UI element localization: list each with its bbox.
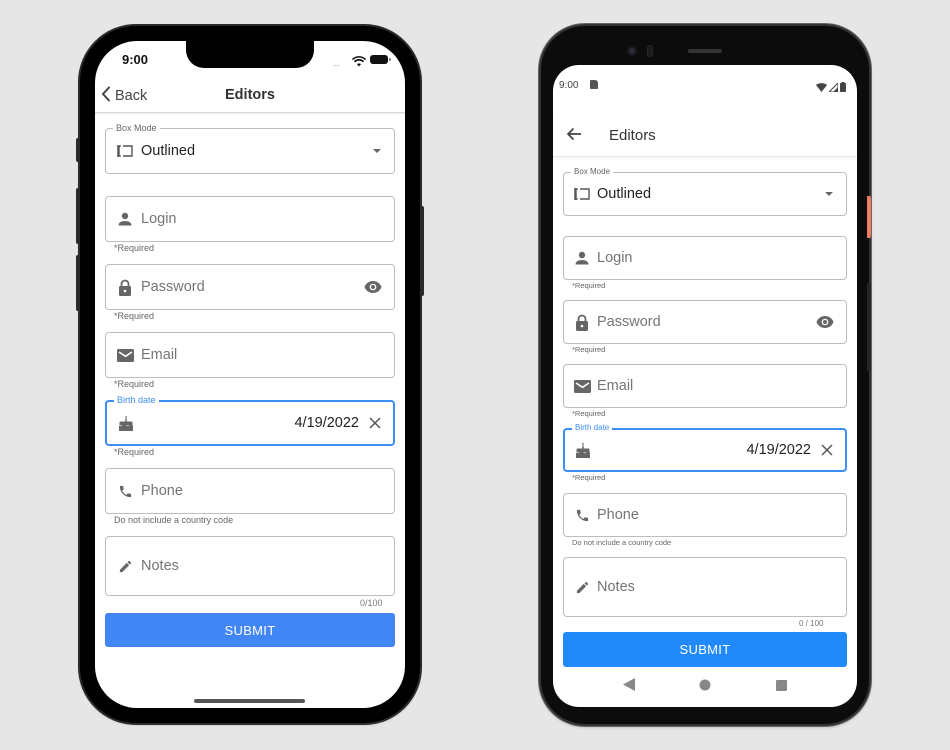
iphone-mute-switch (76, 138, 80, 162)
email-help-text: *Required (114, 379, 155, 389)
battery-icon (370, 55, 391, 64)
close-icon[interactable] (821, 444, 833, 456)
box-mode-icon (573, 185, 591, 203)
signal-dots: .... (333, 58, 340, 68)
password-field[interactable]: Password (563, 300, 847, 344)
status-icons (816, 79, 846, 97)
notes-placeholder: Notes (141, 558, 179, 574)
status-time: 9:00 (122, 52, 149, 67)
iphone-notch (186, 41, 314, 68)
email-help-text: *Required (572, 409, 606, 418)
back-button[interactable] (566, 126, 582, 147)
box-mode-value: Outlined (597, 186, 652, 202)
login-field[interactable]: Login (563, 236, 847, 280)
cake-icon (117, 414, 135, 432)
phone-help-text: Do not include a country code (572, 538, 672, 547)
android-volume-button (867, 283, 871, 371)
birth-date-help-text: *Required (572, 473, 606, 482)
home-circle-icon[interactable] (699, 678, 711, 696)
android-power-button (867, 196, 871, 238)
page-title: Editors (609, 127, 656, 144)
eye-icon[interactable] (816, 316, 834, 328)
phone-icon (573, 506, 591, 524)
mail-icon (573, 377, 591, 395)
page-title: Editors (225, 87, 275, 103)
email-placeholder: Email (597, 378, 634, 394)
password-help-text: *Required (572, 345, 606, 354)
phone-placeholder: Phone (597, 507, 639, 523)
wifi-icon (351, 54, 367, 72)
box-mode-select[interactable]: Box Mode Outlined (563, 166, 847, 216)
submit-button[interactable]: SUBMIT (105, 613, 395, 647)
close-icon[interactable] (369, 417, 381, 429)
dropdown-arrow-icon[interactable] (372, 148, 382, 154)
phone-placeholder: Phone (141, 483, 183, 499)
person-icon (116, 210, 134, 228)
dropdown-arrow-icon[interactable] (824, 191, 834, 197)
notes-counter: 0/100 (360, 598, 383, 608)
login-placeholder: Login (141, 211, 177, 227)
login-help-text: *Required (572, 281, 606, 290)
login-field[interactable]: Login (105, 196, 395, 242)
wifi-icon (816, 79, 827, 97)
notes-placeholder: Notes (597, 579, 635, 595)
proximity-sensor (647, 45, 653, 57)
birth-date-value: 4/19/2022 (294, 415, 359, 431)
password-field[interactable]: Password (105, 264, 395, 310)
mail-icon (116, 346, 134, 364)
arrow-left-icon (566, 127, 582, 146)
box-mode-select[interactable]: Box Mode Outlined (105, 122, 395, 174)
android-navigation-bar (553, 672, 857, 702)
submit-button[interactable]: SUBMIT (563, 632, 847, 667)
lock-icon (116, 278, 134, 296)
person-icon (573, 249, 591, 267)
notes-counter: 0 / 100 (799, 619, 824, 628)
phone-field[interactable]: Phone (105, 468, 395, 514)
pencil-icon (116, 557, 134, 575)
password-help-text: *Required (114, 311, 155, 321)
birth-date-label: Birth date (114, 394, 159, 406)
front-camera (627, 46, 637, 56)
iphone-volume-down-button (76, 255, 80, 311)
iphone-side-button (420, 206, 424, 296)
birth-date-field[interactable]: Birth date 4/19/2022 (105, 394, 395, 446)
box-mode-label: Box Mode (571, 166, 614, 178)
login-placeholder: Login (597, 250, 633, 266)
login-help-text: *Required (114, 243, 155, 253)
password-placeholder: Password (597, 314, 661, 330)
phone-help-text: Do not include a country code (114, 515, 234, 525)
battery-icon (840, 79, 846, 97)
email-placeholder: Email (141, 347, 178, 363)
phone-field[interactable]: Phone (563, 493, 847, 537)
signal-icon (827, 79, 839, 97)
notes-field[interactable]: Notes (105, 536, 395, 596)
status-time: 9:00 (559, 80, 579, 91)
box-mode-value: Outlined (141, 143, 196, 159)
phone-icon (116, 482, 134, 500)
app-bar (553, 115, 857, 157)
birth-date-help-text: *Required (114, 447, 155, 457)
eye-icon[interactable] (364, 281, 382, 293)
birth-date-field[interactable]: Birth date 4/19/2022 (563, 422, 847, 472)
lock-icon (573, 313, 591, 331)
birth-date-value: 4/19/2022 (746, 442, 811, 458)
email-field[interactable]: Email (105, 332, 395, 378)
box-mode-label: Box Mode (113, 122, 160, 134)
back-triangle-icon[interactable] (623, 678, 636, 696)
cake-icon (574, 441, 592, 459)
box-mode-icon (116, 142, 134, 160)
pencil-icon (573, 578, 591, 596)
earpiece-speaker (688, 49, 722, 53)
notes-field[interactable]: Notes (563, 557, 847, 617)
password-placeholder: Password (141, 279, 205, 295)
recents-square-icon[interactable] (775, 678, 787, 696)
sd-card-icon (590, 80, 598, 89)
email-field[interactable]: Email (563, 364, 847, 408)
iphone-volume-up-button (76, 188, 80, 244)
birth-date-label: Birth date (572, 422, 613, 434)
home-indicator[interactable] (194, 699, 305, 703)
